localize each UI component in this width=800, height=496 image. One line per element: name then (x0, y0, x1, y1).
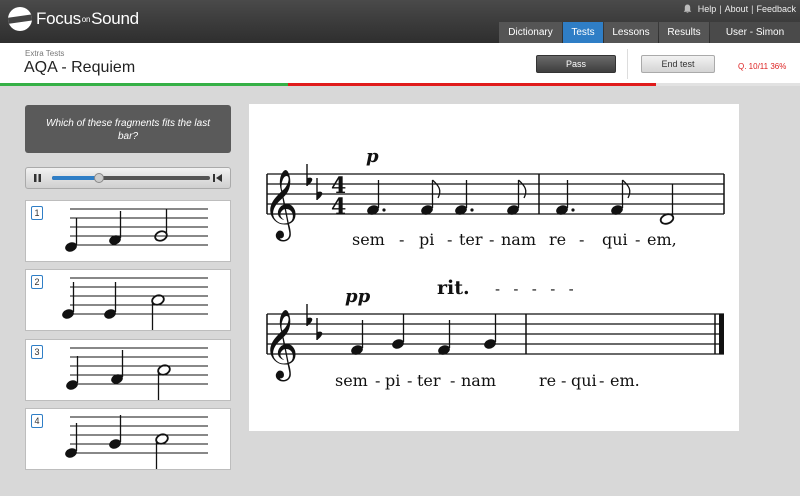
playback-progress (52, 176, 100, 180)
breadcrumb[interactable]: Extra Tests (25, 49, 64, 58)
option-3-notation (66, 347, 208, 400)
final-barline-thick (719, 314, 724, 354)
svg-text:-: - (579, 230, 584, 249)
answer-option-2[interactable]: 2 (25, 269, 231, 331)
tab-user[interactable]: User - Simon Foxall (710, 22, 800, 59)
playback-scrubber[interactable] (94, 173, 105, 183)
svg-text:pi: pi (419, 230, 434, 249)
question-counter: Q. 10/11 36% (738, 62, 787, 71)
svg-text:-: - (447, 230, 452, 249)
focus-on-sound-logo[interactable]: FocusonSound (8, 6, 139, 32)
svg-text:ter: ter (417, 371, 441, 390)
score-panel: 𝄞 4 4 p sem - pi - ter - nam re - qui - … (249, 104, 739, 431)
option-2-notation (62, 277, 208, 330)
svg-text:-: - (375, 371, 380, 390)
svg-text:-: - (407, 371, 412, 390)
end-test-button[interactable]: End test (641, 55, 715, 73)
notes-bar-3 (351, 314, 497, 355)
feedback-link[interactable]: Feedback (756, 4, 796, 14)
svg-text:nam: nam (461, 371, 496, 390)
notes-bar-1 (367, 179, 527, 215)
separator: | (719, 4, 722, 14)
page-title: AQA - Requiem (24, 59, 136, 76)
audio-player (25, 167, 231, 189)
svg-text:re: re (539, 371, 556, 390)
lyrics-line-2: sem - pi - ter - nam re - qui - em. (335, 371, 640, 390)
answer-option-4[interactable]: 4 (25, 408, 231, 470)
treble-clef-icon: 𝄞 (263, 309, 298, 381)
svg-text:-: - (450, 371, 455, 390)
svg-text:sem: sem (335, 371, 368, 390)
test-header: Extra Tests AQA - Requiem Pass End test … (0, 43, 800, 83)
answer-option-1[interactable]: 1 (25, 200, 231, 262)
main-nav: Dictionary Tests Lessons Results User - … (498, 22, 800, 59)
svg-text:-: - (489, 230, 494, 249)
key-signature-flat-icon (306, 164, 323, 200)
help-link[interactable]: Help (698, 4, 717, 14)
tempo-marking: rit. (437, 277, 470, 299)
bell-icon[interactable] (683, 4, 692, 14)
pause-icon[interactable] (31, 172, 44, 184)
progress-correct (0, 83, 288, 86)
logo-text: FocusonSound (36, 9, 139, 28)
music-score: 𝄞 4 4 p sem - pi - ter - nam re - qui - … (263, 146, 725, 390)
rit-extension: - - - - - (495, 282, 574, 298)
progress-wrong (288, 83, 656, 86)
svg-text:sem: sem (352, 230, 385, 249)
top-bar: FocusonSound Help | About | Feedback Dic… (0, 0, 800, 59)
answer-option-3[interactable]: 3 (25, 339, 231, 401)
lyrics-line-1: sem - pi - ter - nam re - qui - em, (352, 230, 677, 249)
question-prompt: Which of these fragments fits the last b… (25, 105, 231, 153)
notes-bar-2 (556, 179, 675, 225)
key-signature-flat-icon (306, 304, 323, 340)
treble-clef-icon: 𝄞 (263, 169, 298, 241)
svg-text:qui: qui (602, 230, 628, 249)
divider (627, 49, 628, 79)
staff-system-2: 𝄞 pp rit. - - - - - sem - pi - ter - nam… (263, 277, 724, 390)
svg-text:em,: em, (647, 230, 677, 249)
staff-system-1: 𝄞 4 4 p sem - pi - ter - nam re - qui - … (263, 146, 725, 249)
svg-text:nam: nam (501, 230, 536, 249)
pass-button[interactable]: Pass (536, 55, 616, 73)
svg-text:-: - (399, 230, 404, 249)
dynamic-marking: p (366, 146, 379, 167)
svg-text:pi: pi (385, 371, 400, 390)
svg-text:-: - (635, 230, 640, 249)
option-4-notation (65, 415, 208, 469)
logo-icon (8, 7, 32, 31)
tab-tests[interactable]: Tests (563, 22, 603, 43)
tab-dictionary[interactable]: Dictionary (499, 22, 562, 43)
test-progress-bar (0, 83, 800, 86)
svg-text:ter: ter (459, 230, 483, 249)
tab-results[interactable]: Results (659, 22, 709, 43)
svg-text:-: - (561, 371, 566, 390)
svg-text:em.: em. (610, 371, 640, 390)
playback-track[interactable] (52, 173, 210, 183)
svg-text:re: re (549, 230, 566, 249)
svg-text:qui: qui (571, 371, 597, 390)
svg-text:-: - (599, 371, 604, 390)
time-signature-bottom: 4 (331, 194, 346, 220)
tab-lessons[interactable]: Lessons (604, 22, 658, 43)
dynamic-marking: pp (345, 286, 371, 307)
about-link[interactable]: About (725, 4, 749, 14)
top-links: Help | About | Feedback (683, 4, 796, 14)
option-1-notation (65, 208, 208, 252)
separator: | (751, 4, 754, 14)
skip-back-icon[interactable] (211, 172, 224, 184)
